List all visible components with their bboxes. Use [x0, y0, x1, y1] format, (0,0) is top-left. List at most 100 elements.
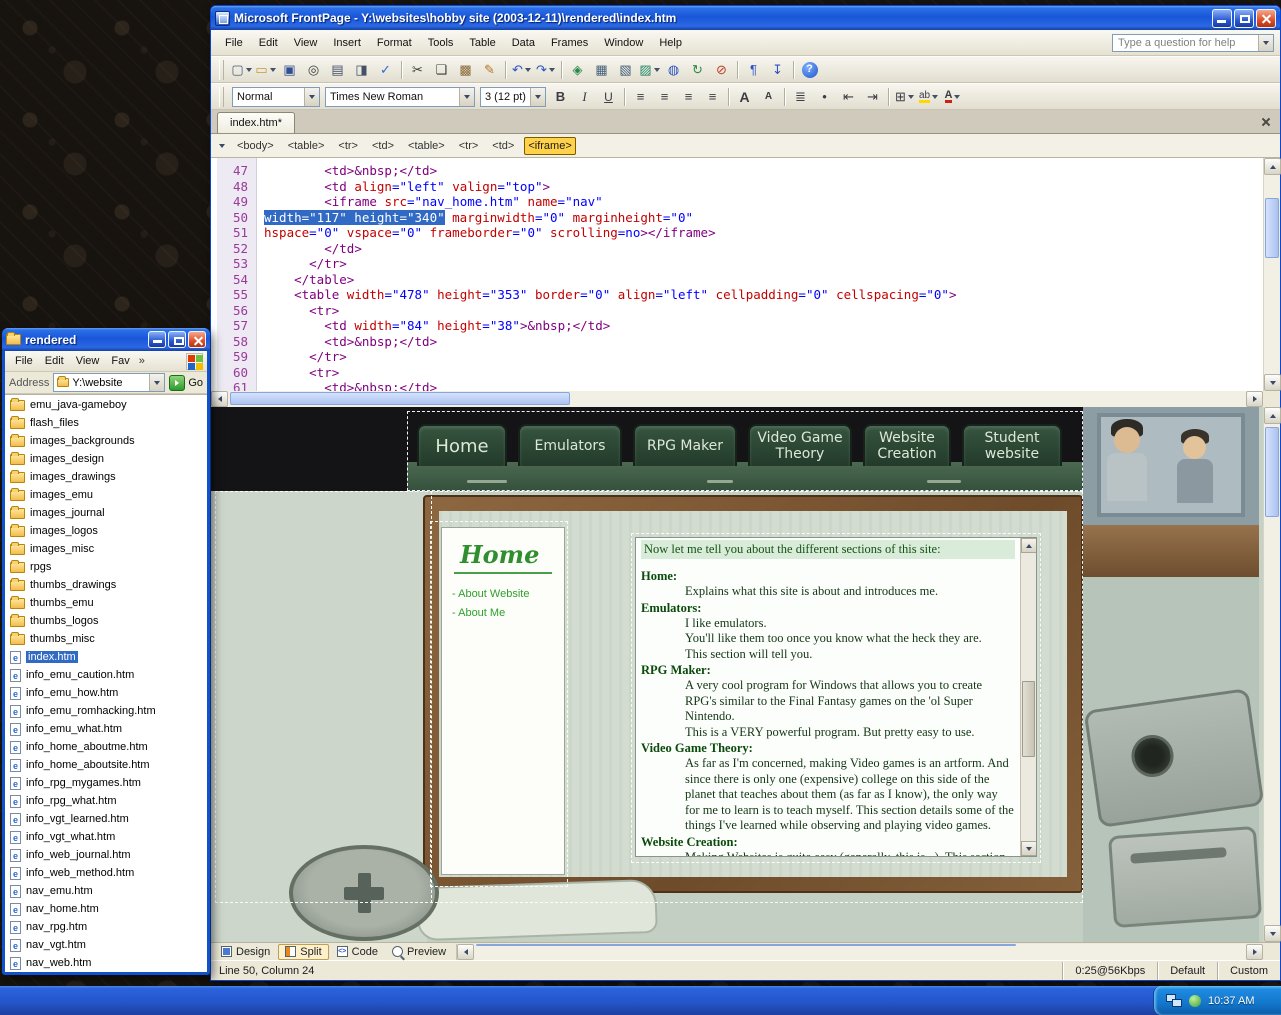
- quick-tag-chip[interactable]: <table>: [284, 137, 329, 155]
- increase-font-button[interactable]: A: [733, 86, 756, 108]
- print-preview-button[interactable]: ◨: [350, 59, 373, 81]
- list-item[interactable]: nav_web.htm: [5, 954, 207, 972]
- numbering-button[interactable]: ≣: [789, 86, 812, 108]
- list-item[interactable]: images_design: [5, 450, 207, 468]
- quick-tag-chip[interactable]: <tr>: [334, 137, 362, 155]
- scrollbar-thumb[interactable]: [1022, 681, 1035, 757]
- indent-button[interactable]: ⇥: [861, 86, 884, 108]
- align-right-button[interactable]: ≡: [677, 86, 700, 108]
- menu-item[interactable]: Window: [596, 32, 651, 54]
- scrollbar-thumb[interactable]: [1265, 427, 1279, 517]
- quick-tag-chip[interactable]: <body>: [233, 137, 278, 155]
- font-color-button[interactable]: A: [941, 86, 964, 108]
- list-item[interactable]: images_emu: [5, 486, 207, 504]
- frontpage-titlebar[interactable]: Microsoft FrontPage - Y:\websites\hobby …: [211, 6, 1280, 30]
- menu-item[interactable]: Help: [651, 32, 690, 54]
- highlight-button[interactable]: ab: [917, 86, 940, 108]
- file-list[interactable]: emu_java-gameboy flash_files images_back…: [5, 394, 207, 972]
- explorer-titlebar[interactable]: rendered: [2, 328, 210, 351]
- list-item[interactable]: nav_emu.htm: [5, 882, 207, 900]
- content-scrollbar[interactable]: [1020, 538, 1036, 856]
- scroll-up-icon[interactable]: [1264, 407, 1281, 424]
- code-line[interactable]: 49 <iframe src="nav_home.htm" name="nav": [217, 194, 1263, 210]
- list-item[interactable]: nav_vgt.htm: [5, 936, 207, 954]
- scroll-right-icon[interactable]: [1246, 944, 1263, 960]
- site-nav-link[interactable]: - About Me: [452, 607, 564, 619]
- list-item[interactable]: flash_files: [5, 414, 207, 432]
- list-item[interactable]: info_vgt_what.htm: [5, 828, 207, 846]
- design-view[interactable]: Home Emulators RPG Maker Video Game Theo…: [211, 407, 1263, 942]
- menu-item[interactable]: View: [70, 352, 106, 370]
- code-line[interactable]: 60 <tr>: [217, 365, 1263, 381]
- code-line[interactable]: 53 </tr>: [217, 256, 1263, 272]
- save-button[interactable]: ▣: [278, 59, 301, 81]
- code-line[interactable]: 51hspace="0" vspace="0" frameborder="0" …: [217, 225, 1263, 241]
- list-item[interactable]: thumbs_misc: [5, 630, 207, 648]
- site-nav-tab[interactable]: Video Game Theory: [748, 424, 852, 466]
- italic-button[interactable]: I: [573, 86, 596, 108]
- quick-tag-chip[interactable]: <iframe>: [524, 137, 575, 155]
- site-nav-tab[interactable]: Home: [417, 424, 507, 466]
- maximize-button[interactable]: [168, 331, 186, 348]
- preview-browser-button[interactable]: ↧: [766, 59, 789, 81]
- list-item[interactable]: info_web_journal.htm: [5, 846, 207, 864]
- quick-tag-chip[interactable]: <table>: [404, 137, 449, 155]
- document-tab[interactable]: index.htm*: [217, 112, 295, 133]
- menu-item[interactable]: Tools: [420, 32, 462, 54]
- format-painter-button[interactable]: ✎: [478, 59, 501, 81]
- menu-item[interactable]: File: [217, 32, 251, 54]
- decrease-font-button[interactable]: A: [757, 86, 780, 108]
- quick-tag-chip[interactable]: <td>: [368, 137, 398, 155]
- help-button[interactable]: ?: [798, 60, 821, 79]
- outdent-button[interactable]: ⇤: [837, 86, 860, 108]
- menu-item[interactable]: Frames: [543, 32, 596, 54]
- tag-selector-arrow-icon[interactable]: [219, 144, 225, 148]
- list-item[interactable]: images_logos: [5, 522, 207, 540]
- help-question-box[interactable]: Type a question for help: [1112, 34, 1274, 52]
- toolbar-grip[interactable]: [219, 87, 224, 107]
- borders-button[interactable]: ⊞: [893, 86, 916, 108]
- menu-item[interactable]: Insert: [325, 32, 369, 54]
- design-vertical-scrollbar[interactable]: [1263, 407, 1280, 942]
- refresh-button[interactable]: ↻: [686, 59, 709, 81]
- spelling-button[interactable]: ✓: [374, 59, 397, 81]
- taskbar-clock[interactable]: 10:37 AM: [1208, 995, 1254, 1007]
- underline-button[interactable]: U: [597, 86, 620, 108]
- taskbar[interactable]: 10:37 AM: [0, 986, 1281, 1015]
- code-line[interactable]: 55 <table width="478" height="353" borde…: [217, 287, 1263, 303]
- list-item[interactable]: info_rpg_mygames.htm: [5, 774, 207, 792]
- print-button[interactable]: ▤: [326, 59, 349, 81]
- list-item[interactable]: info_vgt_learned.htm: [5, 810, 207, 828]
- insert-table-button[interactable]: ▦: [590, 59, 613, 81]
- quick-tag-chip[interactable]: <td>: [488, 137, 518, 155]
- tab-design-view[interactable]: Design: [215, 944, 276, 960]
- status-orb-icon[interactable]: [1189, 995, 1201, 1007]
- code-vertical-scrollbar[interactable]: [1263, 158, 1280, 391]
- menu-item[interactable]: Edit: [251, 32, 286, 54]
- list-item[interactable]: images_backgrounds: [5, 432, 207, 450]
- list-item[interactable]: thumbs_logos: [5, 612, 207, 630]
- chevron-down-icon[interactable]: [459, 88, 474, 106]
- paste-button[interactable]: ▩: [454, 59, 477, 81]
- close-document-icon[interactable]: [1259, 115, 1274, 130]
- chevron-down-icon[interactable]: [530, 88, 545, 106]
- code-line[interactable]: 56 <tr>: [217, 303, 1263, 319]
- align-center-button[interactable]: ≡: [653, 86, 676, 108]
- list-item[interactable]: info_emu_caution.htm: [5, 666, 207, 684]
- cut-button[interactable]: ✂: [406, 59, 429, 81]
- tab-code-view[interactable]: <>Code: [331, 944, 384, 960]
- minimize-button[interactable]: [148, 331, 166, 348]
- site-content-panel[interactable]: Now let me tell you about the different …: [635, 537, 1037, 857]
- list-item[interactable]: images_journal: [5, 504, 207, 522]
- code-line[interactable]: 61 <td>&nbsp;</td>: [217, 380, 1263, 391]
- list-item[interactable]: info_emu_romhacking.htm: [5, 702, 207, 720]
- align-left-button[interactable]: ≡: [629, 86, 652, 108]
- list-item[interactable]: images_drawings: [5, 468, 207, 486]
- menu-item[interactable]: Edit: [39, 352, 70, 370]
- quick-tag-chip[interactable]: <tr>: [455, 137, 483, 155]
- tab-preview-view[interactable]: Preview: [386, 944, 452, 960]
- menu-item[interactable]: Format: [369, 32, 420, 54]
- search-button[interactable]: ◎: [302, 59, 325, 81]
- list-item[interactable]: info_emu_what.htm: [5, 720, 207, 738]
- bullets-button[interactable]: •: [813, 86, 836, 108]
